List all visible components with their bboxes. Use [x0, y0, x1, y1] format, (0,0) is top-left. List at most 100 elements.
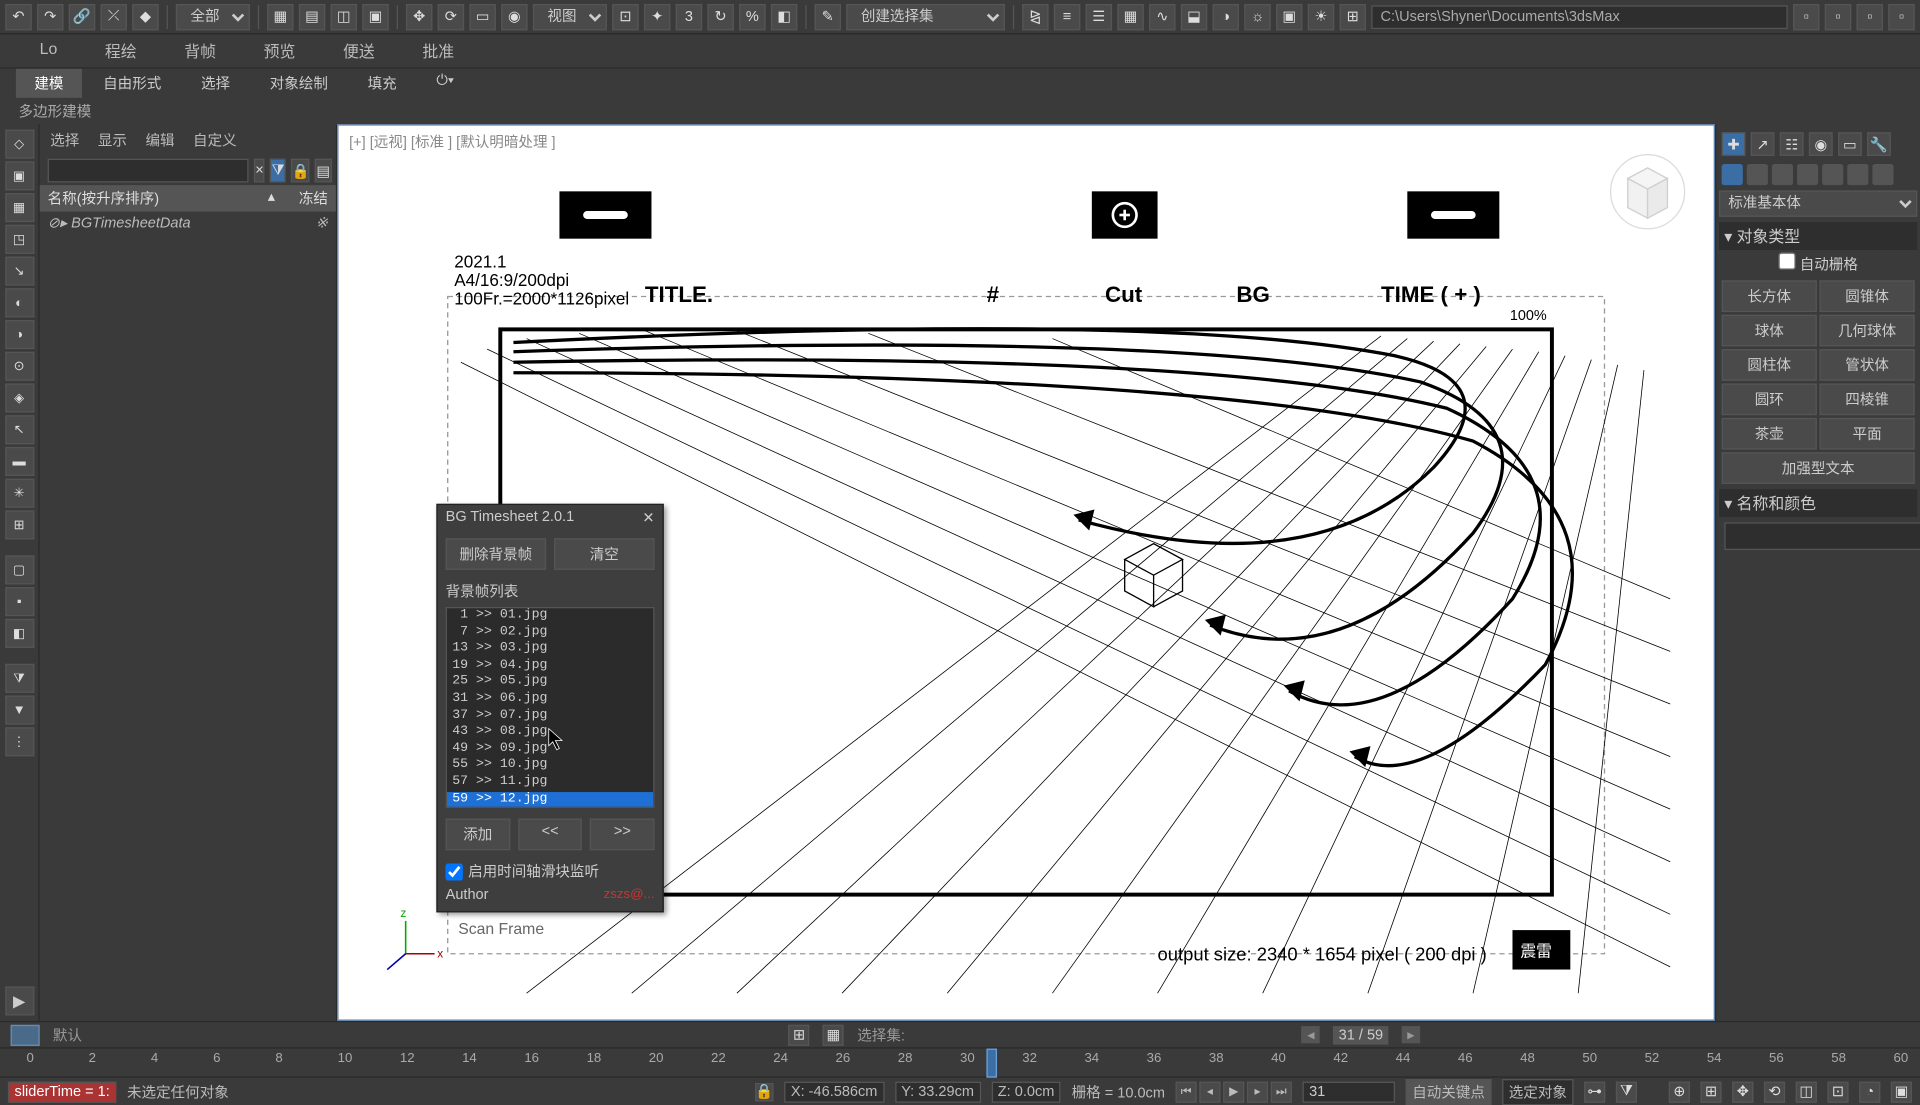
outliner-tab[interactable]: 自定义 [193, 130, 237, 151]
strip-icon[interactable]: ◐ [5, 288, 34, 317]
bgframe-list[interactable]: 1 >> 01.jpg 7 >> 02.jpg13 >> 03.jpg19 >>… [446, 607, 655, 808]
ws-c-icon[interactable]: ▫ [1857, 3, 1883, 29]
ribbon-subtab[interactable]: 多边形建模 [0, 98, 1920, 124]
vnav-icon[interactable]: ✥ [1732, 1081, 1753, 1102]
selset-dropdown[interactable]: 创建选择集 [846, 3, 1005, 29]
selobj-button[interactable]: 选定对象 [1502, 1078, 1573, 1104]
prev-frame-icon[interactable]: ◂ [1199, 1081, 1220, 1102]
menu-item[interactable]: 便送 [343, 40, 375, 62]
strip-icon[interactable]: ◇ [5, 130, 34, 159]
schematic-icon[interactable]: ⬓ [1181, 3, 1207, 29]
create-圆环[interactable]: 圆环 [1722, 383, 1817, 415]
list-item[interactable]: 13 >> 03.jpg [447, 642, 653, 659]
viewcube[interactable] [1608, 152, 1687, 231]
tab-objpaint[interactable]: 对象绘制 [251, 69, 346, 98]
keyfilter-icon[interactable]: ⧩ [1616, 1081, 1637, 1102]
menu-item[interactable]: 预览 [264, 40, 296, 62]
align-icon[interactable]: ≡ [1054, 3, 1080, 29]
list-item[interactable]: 1 >> 01.jpg [447, 608, 653, 625]
strip-icon[interactable]: ◑ [5, 320, 34, 349]
strip-icon[interactable]: ⊙ [5, 352, 34, 381]
select-icon[interactable]: ▦ [267, 3, 293, 29]
frame-next-icon[interactable]: ▸ [1402, 1026, 1421, 1043]
strip-icon[interactable]: ▢ [5, 555, 34, 584]
list-item[interactable]: 25 >> 05.jpg [447, 675, 653, 692]
vnav-icon[interactable]: ⊡ [1827, 1081, 1848, 1102]
ws-d-icon[interactable]: ▫ [1888, 3, 1914, 29]
coord-z[interactable]: Z: 0.0cm [991, 1081, 1061, 1102]
outliner-tab[interactable]: 显示 [98, 130, 127, 151]
prev-button[interactable]: << [518, 819, 582, 851]
frame-prev-icon[interactable]: ◂ [1302, 1026, 1321, 1043]
display-icon[interactable]: ▤ [315, 159, 331, 183]
lights-icon[interactable] [1772, 164, 1793, 185]
search-clear-icon[interactable]: × [254, 159, 265, 183]
slider-listen-checkbox[interactable] [446, 863, 463, 880]
menu-item[interactable]: Lo [40, 40, 58, 62]
modify-tab-icon[interactable]: ↗ [1751, 132, 1775, 156]
outliner-header[interactable]: 名称(按升序排序) ▴ 冻结 [40, 185, 336, 211]
select-name-icon[interactable]: ▤ [299, 3, 325, 29]
menu-item[interactable]: 批准 [422, 40, 454, 62]
create-管状体[interactable]: 管状体 [1819, 349, 1914, 381]
display-tab-icon[interactable]: ▭ [1838, 132, 1862, 156]
spinnersnap-icon[interactable]: ◧ [771, 3, 797, 29]
current-frame-input[interactable] [1302, 1081, 1395, 1102]
create-茶壶[interactable]: 茶壶 [1722, 418, 1817, 450]
tab-modeling[interactable]: 建模 [16, 69, 82, 98]
strip-icon[interactable]: ◈ [5, 383, 34, 412]
create-圆柱体[interactable]: 圆柱体 [1722, 349, 1817, 381]
tab-toggle[interactable]: ⏻▾ [418, 69, 473, 98]
strip-icon[interactable]: ↘ [5, 257, 34, 286]
motion-tab-icon[interactable]: ◉ [1809, 132, 1833, 156]
create-加强型文本[interactable]: 加强型文本 [1722, 452, 1915, 484]
list-item[interactable]: 37 >> 07.jpg [447, 708, 653, 725]
delete-bgframe-button[interactable]: 删除背景帧 [446, 538, 546, 570]
strip-icon[interactable]: ↖ [5, 415, 34, 444]
rotate-icon[interactable]: ⟳ [438, 3, 464, 29]
spacewarps-icon[interactable] [1847, 164, 1868, 185]
goto-end-icon[interactable]: ⏭ [1271, 1081, 1292, 1102]
window-crossing-icon[interactable]: ▣ [362, 3, 388, 29]
outliner-tab[interactable]: 编辑 [145, 130, 174, 151]
utilities-tab-icon[interactable]: 🔧 [1867, 132, 1891, 156]
object-name-input[interactable] [1724, 522, 1920, 550]
manip-icon[interactable]: ✦ [644, 3, 670, 29]
autogrid-checkbox[interactable]: 自动栅格 [1778, 258, 1857, 274]
menu-item[interactable]: 程绘 [105, 40, 137, 62]
ws-b-icon[interactable]: ▫ [1825, 3, 1851, 29]
strip-icon[interactable]: ▪ [5, 587, 34, 616]
tab-selection[interactable]: 选择 [182, 69, 248, 98]
bgcolor-swatch[interactable] [11, 1024, 40, 1045]
toggle-ribbon-icon[interactable]: ▦ [1117, 3, 1143, 29]
redo-icon[interactable]: ↷ [37, 3, 63, 29]
clear-button[interactable]: 清空 [554, 538, 654, 570]
render-icon[interactable]: ☀ [1308, 3, 1334, 29]
tab-populate[interactable]: 填充 [349, 69, 415, 98]
coord-y[interactable]: Y: 33.29cm [895, 1081, 981, 1102]
list-item[interactable]: 55 >> 10.jpg [447, 758, 653, 775]
hierarchy-tab-icon[interactable]: ☷ [1780, 132, 1804, 156]
strip-icon[interactable]: ▦ [5, 193, 34, 222]
rfw-icon[interactable]: ▣ [1276, 3, 1302, 29]
vnav-icon[interactable]: ▣ [1891, 1081, 1912, 1102]
strip-icon[interactable]: ▣ [5, 161, 34, 190]
bind-icon[interactable]: ◆ [132, 3, 158, 29]
create-平面[interactable]: 平面 [1819, 418, 1914, 450]
next-frame-icon[interactable]: ▸ [1247, 1081, 1268, 1102]
namedsel-icon[interactable]: ✎ [815, 3, 841, 29]
undo-icon[interactable]: ↶ [5, 3, 31, 29]
snap2d-icon[interactable]: 3 [676, 3, 702, 29]
close-icon[interactable]: ✕ [642, 509, 654, 526]
move-icon[interactable]: ✥ [406, 3, 432, 29]
crumb-icon[interactable]: ⊞ [788, 1024, 809, 1045]
layer-icon[interactable]: ☰ [1086, 3, 1112, 29]
strip-icon[interactable]: ◳ [5, 225, 34, 254]
strip-icon[interactable]: ⋮ [5, 727, 34, 756]
vnav-icon[interactable]: ⟲ [1764, 1081, 1785, 1102]
outliner-tab[interactable]: 选择 [50, 130, 79, 151]
tab-freeform[interactable]: 自由形式 [85, 69, 180, 98]
shapes-icon[interactable] [1747, 164, 1768, 185]
strip-icon[interactable]: ▼ [5, 696, 34, 725]
filter-icon[interactable]: ⧩ [270, 159, 286, 183]
